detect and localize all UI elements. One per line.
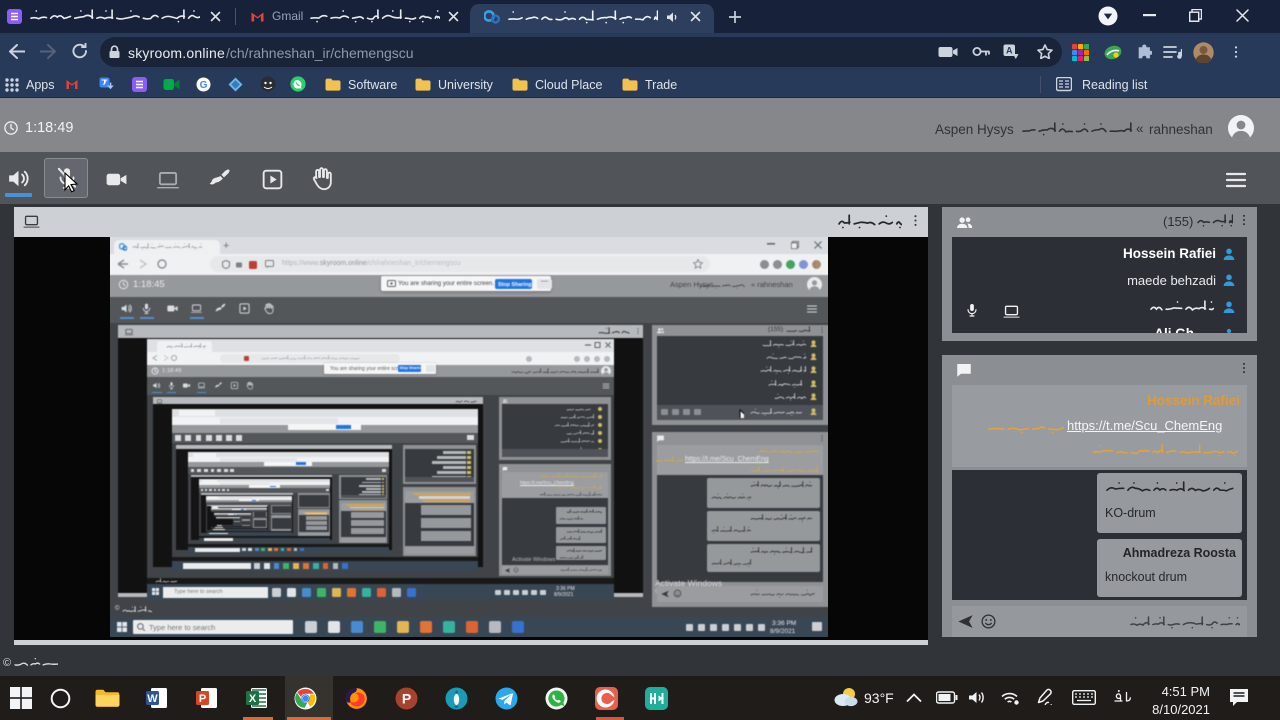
svg-text:X: X (249, 693, 257, 705)
svg-text:P: P (402, 691, 411, 707)
svg-text:A: A (1006, 46, 1013, 56)
svg-text:G: G (200, 80, 208, 91)
svg-text:P: P (199, 693, 206, 705)
svg-text:W: W (147, 693, 158, 705)
